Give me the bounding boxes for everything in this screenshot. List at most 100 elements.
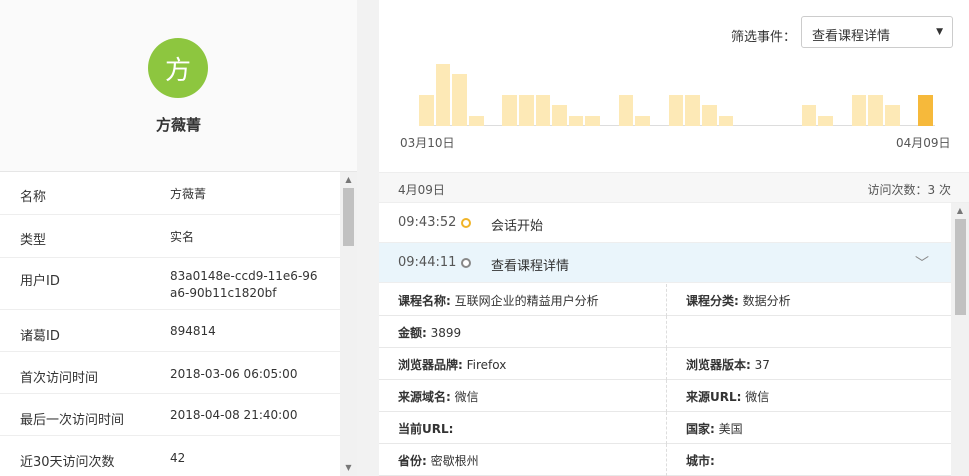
event-row[interactable]: 09:43:52 会话开始 [379, 203, 951, 243]
event-filter-select[interactable]: 查看课程详情 ▼ [801, 16, 953, 48]
divider [666, 380, 667, 412]
chart-bar[interactable] [868, 95, 884, 126]
detail-row: 来源域名: 微信 来源URL: 微信 [379, 380, 951, 412]
chart-bar[interactable] [701, 105, 717, 126]
divider [666, 316, 667, 348]
info-row: 名称 方薇菁 [0, 172, 340, 215]
info-value: 2018-04-08 21:40:00 [170, 408, 298, 422]
filter-label: 筛选事件： [731, 30, 797, 45]
info-row: 首次访问时间 2018-03-06 06:05:00 [0, 352, 340, 394]
info-value: 2018-03-06 06:05:00 [170, 367, 298, 381]
detail-value: 微信 [741, 390, 770, 404]
scroll-down-arrow-icon[interactable]: ▼ [340, 460, 357, 476]
info-key: 首次访问时间 [20, 371, 99, 386]
detail-key: 浏览器版本: [686, 358, 751, 372]
x-start-label: 03月10日 [400, 136, 455, 150]
detail-cell: 省份: 密歇根州 [398, 444, 479, 476]
scrollbar-thumb[interactable] [955, 219, 966, 315]
chart-bar[interactable] [568, 116, 584, 126]
detail-key: 城市: [686, 454, 715, 468]
chart-bar[interactable] [668, 95, 684, 126]
detail-row: 当前URL: 国家: 美国 [379, 412, 951, 444]
visit-count: 访问次数：3 次 [867, 183, 951, 197]
event-time: 09:43:52 [398, 215, 457, 230]
avatar: 方 [148, 38, 208, 98]
info-value: 方薇菁 [170, 187, 207, 201]
chart-bar[interactable] [502, 95, 517, 126]
event-time: 09:44:11 [398, 255, 457, 270]
x-end-label: 04月09日 [896, 136, 951, 150]
info-key: 最后一次访问时间 [20, 413, 125, 428]
detail-cell: 浏览器品牌: Firefox [398, 348, 506, 380]
chart-bar[interactable] [552, 105, 567, 126]
chevron-down-icon[interactable]: ﹀ [915, 253, 929, 273]
info-value: 实名 [170, 230, 195, 244]
info-value: 83a0148e-ccd9-11e6-96a6-90b11c1820bf [170, 269, 318, 300]
chart-bar[interactable] [585, 116, 601, 126]
chart-bar[interactable] [685, 95, 700, 126]
scroll-up-arrow-icon[interactable]: ▲ [951, 203, 969, 219]
detail-cell: 课程分类: 数据分析 [686, 284, 791, 316]
event-name: 查看课程详情 [491, 259, 570, 274]
info-key: 诸葛ID [20, 329, 60, 344]
info-key: 类型 [20, 233, 47, 248]
info-row: 最后一次访问时间 2018-04-08 21:40:00 [0, 394, 340, 436]
chart-bar[interactable] [535, 95, 551, 126]
detail-key: 来源URL: [686, 390, 742, 404]
profile-name: 方薇菁 [155, 116, 201, 134]
detail-row: 省份: 密歇根州 城市: [379, 444, 951, 476]
chart-bar[interactable] [435, 64, 451, 126]
detail-value: 美国 [714, 422, 743, 436]
detail-key: 浏览器品牌: [398, 358, 463, 372]
chart-bar[interactable] [718, 116, 734, 126]
detail-cell: 浏览器版本: 37 [686, 348, 770, 380]
event-timeline-panel: 筛选事件： 查看课程详情 ▼ 03月10日 04月09日 4月09日 访问次数：… [379, 0, 969, 476]
chart-bar[interactable] [885, 105, 900, 126]
detail-cell: 金额: 3899 [398, 316, 461, 348]
event-row-expanded[interactable]: 09:44:11 查看课程详情 ﹀ [379, 243, 951, 283]
scroll-up-arrow-icon[interactable]: ▲ [340, 172, 357, 188]
detail-row: 浏览器品牌: Firefox 浏览器版本: 37 [379, 348, 951, 380]
detail-key: 金额: [398, 326, 427, 340]
detail-cell: 来源URL: 微信 [686, 380, 769, 412]
detail-cell: 城市: [686, 444, 715, 476]
info-scrollbar[interactable]: ▲ ▼ [340, 172, 357, 476]
detail-key: 国家: [686, 422, 715, 436]
info-row: 近30天访问次数 42 [0, 436, 340, 476]
chart-bar[interactable] [801, 105, 817, 126]
detail-key: 省份: [398, 454, 427, 468]
info-row: 类型 实名 [0, 215, 340, 258]
detail-value: 微信 [450, 390, 479, 404]
user-profile-panel: 方 方薇菁 名称 方薇菁 类型 实名 用户ID 83a0148e-ccd9-11… [0, 0, 357, 476]
timeline-scrollbar[interactable]: ▲ [951, 203, 969, 476]
info-value: 42 [170, 451, 186, 465]
divider [666, 284, 667, 316]
chart-bar[interactable] [818, 116, 834, 126]
day-date: 4月09日 [398, 183, 445, 197]
detail-key: 当前URL: [398, 422, 454, 436]
detail-key: 来源域名: [398, 390, 451, 404]
chart-bar[interactable] [851, 95, 867, 126]
detail-value: Firefox [462, 358, 507, 372]
scrollbar-thumb[interactable] [343, 188, 354, 246]
detail-cell: 来源域名: 微信 [398, 380, 479, 412]
detail-value: 37 [750, 358, 770, 372]
visit-bar-chart [419, 60, 935, 126]
chart-bar[interactable] [468, 116, 484, 126]
detail-key: 课程分类: [686, 294, 739, 308]
chart-bar[interactable] [452, 74, 467, 126]
chart-bar[interactable] [918, 95, 933, 126]
detail-cell: 课程名称: 互联网企业的精益用户分析 [398, 284, 599, 316]
info-key: 用户ID [20, 274, 60, 289]
detail-value: 密歇根州 [426, 454, 479, 468]
divider [666, 348, 667, 380]
chart-bar[interactable] [635, 116, 651, 126]
detail-row: 课程名称: 互联网企业的精益用户分析 课程分类: 数据分析 [379, 284, 951, 316]
divider [666, 412, 667, 444]
detail-cell: 国家: 美国 [686, 412, 743, 444]
chart-bar[interactable] [518, 95, 534, 126]
info-row: 诸葛ID 894814 [0, 310, 340, 352]
info-key: 名称 [20, 190, 47, 205]
chart-bar[interactable] [419, 95, 434, 126]
chart-bar[interactable] [618, 95, 634, 126]
